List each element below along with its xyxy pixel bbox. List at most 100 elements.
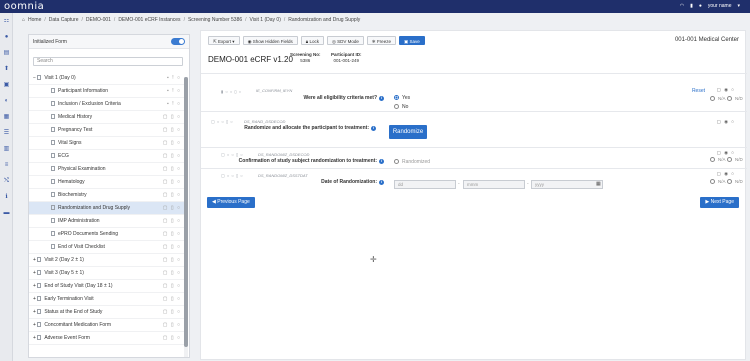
chevron-down-icon[interactable]: ▾ (737, 3, 740, 9)
tree-form-item[interactable]: Medical History ▢ ▯ ○ (29, 111, 185, 124)
breadcrumb-item[interactable]: DEMO-001 eCRF Instances (118, 17, 180, 23)
tree-visit-item[interactable]: + Visit 3 (Day 5 ± 1) ▢ ▯ ○ (29, 267, 185, 280)
field-action-icons[interactable]: ▢ ◉ ○ (717, 87, 735, 93)
user-name[interactable]: your name (708, 3, 732, 9)
status-icons: ▢ ▯ ○ (162, 205, 181, 211)
breadcrumb-item[interactable]: Visit 1 (Day 0) (250, 17, 281, 23)
shuffle-icon[interactable]: ⤭ (3, 178, 10, 185)
alert-icon[interactable]: ◐ (3, 98, 10, 105)
tree-form-item[interactable]: Participant Information ▪ ! ○ (29, 85, 185, 98)
screening-number: Screening No: 5386 (290, 52, 321, 63)
scrollbar-thumb[interactable] (184, 77, 188, 347)
tree-form-item[interactable]: Physical Examination ▢ ▯ ○ (29, 163, 185, 176)
nd-checkbox[interactable]: N/D (727, 179, 743, 184)
date-separator: - (527, 181, 529, 187)
info-icon[interactable]: i (379, 180, 384, 185)
home-icon[interactable]: ⌂ (22, 17, 25, 23)
upload-icon[interactable]: ⬆ (3, 66, 10, 73)
freeze-button[interactable]: ❄ Freeze (366, 36, 396, 45)
breadcrumb-item[interactable]: Screening Number 5386 (188, 17, 242, 23)
breadcrumb-item[interactable]: Home (28, 17, 41, 23)
tree-form-item[interactable]: Inclusion / Exclusion Criteria ▪ ! ○ (29, 98, 185, 111)
tree-visit-item[interactable]: + Adverse Event Form ▢ ▯ ○ (29, 332, 185, 345)
dashboard-icon[interactable]: ⚏ (3, 18, 10, 25)
na-checkbox[interactable]: N/A (710, 179, 726, 184)
tree-visit-item[interactable]: + Early Termination Visit ▢ ▯ ○ (29, 293, 185, 306)
status-icons: ▢ ▯ ○ (162, 166, 181, 172)
field-action-icons[interactable]: ▢ ◉ ○ (717, 171, 735, 177)
visit-icon (37, 296, 42, 301)
tree-visit-item[interactable]: + Concomitant Medication Form ▢ ▯ ○ (29, 319, 185, 332)
breadcrumb-item[interactable]: DEMO-001 (86, 17, 111, 23)
field-code: DS_RAND_DSDECOD (244, 119, 286, 124)
tree-visit-item[interactable]: + Status at the End of Study ▢ ▯ ○ (29, 306, 185, 319)
na-checkbox[interactable]: N/A (710, 157, 726, 162)
date-year-input[interactable]: yyyy (531, 180, 603, 189)
tree-form-item[interactable]: ECG ▢ ▯ ○ (29, 150, 185, 163)
randomized-radio[interactable]: Randomized (394, 159, 430, 165)
calendar-icon[interactable]: ▦ (596, 181, 601, 187)
field-code: DS_RANDOMIZ_DSSTDAT (258, 173, 308, 178)
tree-visit-item[interactable]: + Visit 2 (Day 2 ± 1) ▢ ▯ ○ (29, 254, 185, 267)
status-icons: ▢ ▯ ○ (162, 179, 181, 185)
breadcrumb-item[interactable]: Data Capture (49, 17, 79, 23)
show-hidden-fields-button[interactable]: ◉ Show Hidden Fields (242, 36, 298, 45)
field-action-icons[interactable]: ▢ ◉ ○ (717, 119, 735, 125)
date-month-input[interactable]: mmm (463, 180, 525, 189)
eligibility-no-radio[interactable]: No (394, 104, 408, 110)
na-checkbox[interactable]: N/A (710, 96, 726, 101)
date-day-input[interactable]: dd (394, 180, 456, 189)
tree-scrollbar[interactable] (184, 77, 188, 357)
info-icon[interactable]: i (379, 96, 384, 101)
tree-visit-item[interactable]: + End of Study Visit (Day 18 ± 1) ▢ ▯ ○ (29, 280, 185, 293)
wifi-icon[interactable]: ◠ (680, 3, 684, 9)
field-status-icons[interactable]: ▢ ○ ○ ▯ ○ (221, 152, 243, 157)
tree-form-item[interactable]: Randomization and Drug Supply ▢ ▯ ○ (29, 202, 185, 215)
field-action-icons[interactable]: ▢ ◉ ○ (717, 150, 735, 156)
reset-link[interactable]: Reset (692, 88, 705, 94)
chart-icon[interactable]: ▤ (3, 50, 10, 57)
visit-icon (37, 322, 42, 327)
tasks-icon[interactable]: ☰ (3, 130, 10, 137)
tree-form-item[interactable]: Biochemistry ▢ ▯ ○ (29, 189, 185, 202)
tree-form-item[interactable]: End of Visit Checklist ▢ ▯ ○ (29, 241, 185, 254)
app-logo[interactable]: oomnia (4, 1, 44, 12)
breadcrumb-item: Randomization and Drug Supply (288, 17, 361, 23)
info-icon[interactable]: i (371, 126, 376, 131)
field-status-icons[interactable]: ▢ ○ ○ ▯ ○ (211, 119, 233, 124)
notification-icon[interactable]: ▮ (690, 3, 693, 9)
tree-form-item[interactable]: Vital Signs ▢ ▯ ○ (29, 137, 185, 150)
tree-form-item[interactable]: IMP Administration ▢ ▯ ○ (29, 215, 185, 228)
field-status-icons[interactable]: ▮ ○ ○ ▯ ○ (221, 89, 242, 94)
sdv-mode-button[interactable]: ◎ SDV Mode (326, 36, 364, 45)
divider (201, 147, 747, 148)
user-icon[interactable]: ● (699, 3, 702, 9)
nd-checkbox[interactable]: N/D (727, 157, 743, 162)
lock-button[interactable]: 🔒︎ Lock (300, 36, 324, 45)
forms-icon[interactable]: ▣ (3, 82, 10, 89)
archive-icon[interactable]: ▬ (3, 210, 10, 217)
form-icon (51, 179, 55, 184)
list-icon[interactable]: ≡ (3, 162, 10, 169)
tree-item-label: ECG (58, 153, 69, 159)
save-button[interactable]: ▣ Save (398, 36, 425, 45)
eligibility-yes-radio[interactable]: Yes (394, 95, 410, 101)
tree-form-item[interactable]: Pregnancy Test ▢ ▯ ○ (29, 124, 185, 137)
export-button[interactable]: ⇱ Export ▾ (208, 36, 240, 45)
next-page-button[interactable]: ▶ Next Page (700, 197, 739, 208)
grid-icon[interactable]: ▥ (3, 146, 10, 153)
tree-visit-item[interactable]: − Visit 1 (Day 0) ▪ ! ○ (29, 72, 185, 85)
previous-page-button[interactable]: ◀ Previous Page (207, 197, 255, 208)
field-status-icons[interactable]: ▢ ○ ○ ▯ ○ (221, 173, 243, 178)
tree-form-item[interactable]: Hematology ▢ ▯ ○ (29, 176, 185, 189)
initialized-form-toggle[interactable] (171, 38, 185, 45)
info-icon[interactable]: i (379, 159, 384, 164)
tree-search-input[interactable]: Search (33, 57, 183, 66)
info-icon[interactable]: ℹ (3, 194, 10, 201)
nd-checkbox[interactable]: N/D (727, 96, 743, 101)
tree-form-item[interactable]: ePRO Documents Sending ▢ ▯ ○ (29, 228, 185, 241)
randomize-button[interactable]: Randomize (389, 125, 427, 139)
user-icon[interactable]: ● (3, 34, 10, 41)
clipboard-icon[interactable]: ▦ (3, 114, 10, 121)
field-code: DS_RANDOMIZ_DSDECOD (258, 152, 310, 157)
